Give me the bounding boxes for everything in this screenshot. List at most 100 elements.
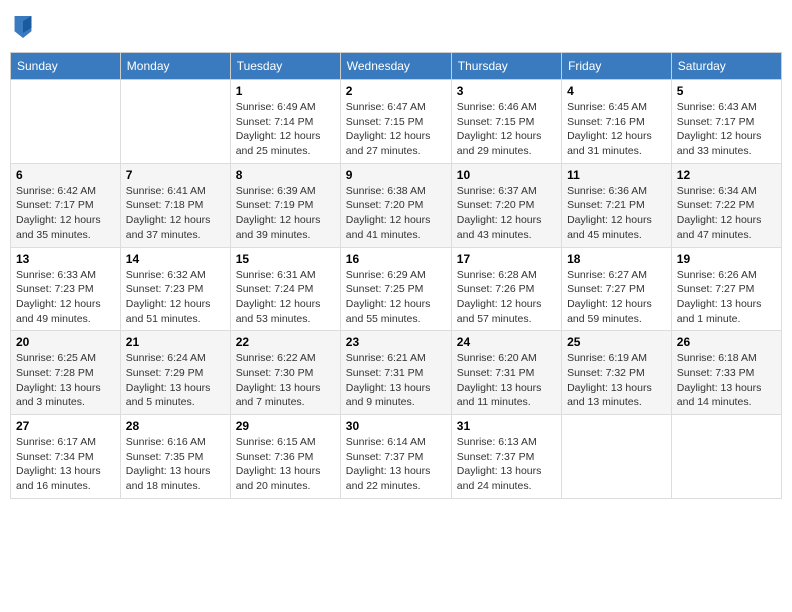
day-info: Sunrise: 6:37 AMSunset: 7:20 PMDaylight:… (457, 184, 556, 243)
calendar-cell: 15 Sunrise: 6:31 AMSunset: 7:24 PMDayligh… (230, 247, 340, 331)
day-number: 17 (457, 252, 556, 266)
day-info: Sunrise: 6:29 AMSunset: 7:25 PMDaylight:… (346, 268, 446, 327)
day-header-thursday: Thursday (451, 53, 561, 80)
calendar-cell: 24 Sunrise: 6:20 AMSunset: 7:31 PMDayligh… (451, 331, 561, 415)
calendar-cell: 17 Sunrise: 6:28 AMSunset: 7:26 PMDayligh… (451, 247, 561, 331)
calendar-cell: 11 Sunrise: 6:36 AMSunset: 7:21 PMDayligh… (562, 163, 672, 247)
day-info: Sunrise: 6:33 AMSunset: 7:23 PMDaylight:… (16, 268, 115, 327)
day-number: 12 (677, 168, 776, 182)
day-info: Sunrise: 6:18 AMSunset: 7:33 PMDaylight:… (677, 351, 776, 410)
day-number: 1 (236, 84, 335, 98)
day-header-tuesday: Tuesday (230, 53, 340, 80)
day-number: 29 (236, 419, 335, 433)
day-number: 4 (567, 84, 666, 98)
calendar-cell: 30Sunrise: 6:14 AMSunset: 7:37 PMDayligh… (340, 415, 451, 499)
week-row-3: 13 Sunrise: 6:33 AMSunset: 7:23 PMDayligh… (11, 247, 782, 331)
day-info: Sunrise: 6:27 AMSunset: 7:27 PMDaylight:… (567, 268, 666, 327)
day-number: 13 (16, 252, 115, 266)
calendar-cell (671, 415, 781, 499)
day-info: Sunrise: 6:17 AMSunset: 7:34 PMDaylight:… (16, 435, 115, 494)
day-number: 28 (126, 419, 225, 433)
day-header-sunday: Sunday (11, 53, 121, 80)
calendar-cell: 1 Sunrise: 6:49 AMSunset: 7:14 PMDaylight… (230, 80, 340, 164)
day-info: Sunrise: 6:22 AMSunset: 7:30 PMDaylight:… (236, 351, 335, 410)
calendar-cell: 19Sunrise: 6:26 AMSunset: 7:27 PMDayligh… (671, 247, 781, 331)
day-number: 19 (677, 252, 776, 266)
day-info: Sunrise: 6:38 AMSunset: 7:20 PMDaylight:… (346, 184, 446, 243)
day-info: Sunrise: 6:15 AMSunset: 7:36 PMDaylight:… (236, 435, 335, 494)
day-number: 26 (677, 335, 776, 349)
day-number: 27 (16, 419, 115, 433)
day-info: Sunrise: 6:41 AMSunset: 7:18 PMDaylight:… (126, 184, 225, 243)
calendar-cell: 27 Sunrise: 6:17 AMSunset: 7:34 PMDayligh… (11, 415, 121, 499)
week-row-2: 6Sunrise: 6:42 AMSunset: 7:17 PMDaylight… (11, 163, 782, 247)
day-info: Sunrise: 6:19 AMSunset: 7:32 PMDaylight:… (567, 351, 666, 410)
day-header-friday: Friday (562, 53, 672, 80)
calendar-cell: 20 Sunrise: 6:25 AMSunset: 7:28 PMDayligh… (11, 331, 121, 415)
day-info: Sunrise: 6:32 AMSunset: 7:23 PMDaylight:… (126, 268, 225, 327)
calendar-table: SundayMondayTuesdayWednesdayThursdayFrid… (10, 52, 782, 499)
calendar-cell: 4 Sunrise: 6:45 AMSunset: 7:16 PMDaylight… (562, 80, 672, 164)
logo-icon (14, 16, 32, 38)
day-number: 31 (457, 419, 556, 433)
day-info: Sunrise: 6:20 AMSunset: 7:31 PMDaylight:… (457, 351, 556, 410)
week-row-5: 27 Sunrise: 6:17 AMSunset: 7:34 PMDayligh… (11, 415, 782, 499)
day-number: 8 (236, 168, 335, 182)
day-info: Sunrise: 6:28 AMSunset: 7:26 PMDaylight:… (457, 268, 556, 327)
day-info: Sunrise: 6:31 AMSunset: 7:24 PMDaylight:… (236, 268, 335, 327)
day-number: 9 (346, 168, 446, 182)
calendar-cell (120, 80, 230, 164)
day-number: 3 (457, 84, 556, 98)
calendar-cell: 6Sunrise: 6:42 AMSunset: 7:17 PMDaylight… (11, 163, 121, 247)
calendar-cell: 3 Sunrise: 6:46 AMSunset: 7:15 PMDaylight… (451, 80, 561, 164)
calendar-cell: 25 Sunrise: 6:19 AMSunset: 7:32 PMDayligh… (562, 331, 672, 415)
calendar-cell: 8 Sunrise: 6:39 AMSunset: 7:19 PMDaylight… (230, 163, 340, 247)
calendar-cell: 12 Sunrise: 6:34 AMSunset: 7:22 PMDayligh… (671, 163, 781, 247)
calendar-cell: 13 Sunrise: 6:33 AMSunset: 7:23 PMDayligh… (11, 247, 121, 331)
calendar-cell: 28 Sunrise: 6:16 AMSunset: 7:35 PMDayligh… (120, 415, 230, 499)
calendar-cell: 16 Sunrise: 6:29 AMSunset: 7:25 PMDayligh… (340, 247, 451, 331)
calendar-cell: 10Sunrise: 6:37 AMSunset: 7:20 PMDayligh… (451, 163, 561, 247)
day-number: 5 (677, 84, 776, 98)
day-header-wednesday: Wednesday (340, 53, 451, 80)
day-info: Sunrise: 6:13 AMSunset: 7:37 PMDaylight:… (457, 435, 556, 494)
calendar-cell: 5 Sunrise: 6:43 AMSunset: 7:17 PMDaylight… (671, 80, 781, 164)
week-row-4: 20 Sunrise: 6:25 AMSunset: 7:28 PMDayligh… (11, 331, 782, 415)
day-number: 23 (346, 335, 446, 349)
day-number: 16 (346, 252, 446, 266)
day-info: Sunrise: 6:49 AMSunset: 7:14 PMDaylight:… (236, 100, 335, 159)
day-number: 21 (126, 335, 225, 349)
day-info: Sunrise: 6:34 AMSunset: 7:22 PMDaylight:… (677, 184, 776, 243)
calendar-cell: 22Sunrise: 6:22 AMSunset: 7:30 PMDayligh… (230, 331, 340, 415)
day-info: Sunrise: 6:43 AMSunset: 7:17 PMDaylight:… (677, 100, 776, 159)
day-number: 15 (236, 252, 335, 266)
header (10, 10, 782, 44)
calendar-cell: 31 Sunrise: 6:13 AMSunset: 7:37 PMDayligh… (451, 415, 561, 499)
calendar-cell: 18Sunrise: 6:27 AMSunset: 7:27 PMDayligh… (562, 247, 672, 331)
day-number: 2 (346, 84, 446, 98)
calendar-cell (11, 80, 121, 164)
day-info: Sunrise: 6:46 AMSunset: 7:15 PMDaylight:… (457, 100, 556, 159)
day-header-saturday: Saturday (671, 53, 781, 80)
calendar-cell: 29 Sunrise: 6:15 AMSunset: 7:36 PMDayligh… (230, 415, 340, 499)
day-header-monday: Monday (120, 53, 230, 80)
day-info: Sunrise: 6:47 AMSunset: 7:15 PMDaylight:… (346, 100, 446, 159)
logo (14, 16, 36, 38)
calendar-cell: 9 Sunrise: 6:38 AMSunset: 7:20 PMDaylight… (340, 163, 451, 247)
calendar-cell: 7 Sunrise: 6:41 AMSunset: 7:18 PMDaylight… (120, 163, 230, 247)
day-number: 24 (457, 335, 556, 349)
days-header-row: SundayMondayTuesdayWednesdayThursdayFrid… (11, 53, 782, 80)
day-number: 6 (16, 168, 115, 182)
day-info: Sunrise: 6:39 AMSunset: 7:19 PMDaylight:… (236, 184, 335, 243)
calendar-cell (562, 415, 672, 499)
day-info: Sunrise: 6:25 AMSunset: 7:28 PMDaylight:… (16, 351, 115, 410)
day-info: Sunrise: 6:36 AMSunset: 7:21 PMDaylight:… (567, 184, 666, 243)
day-number: 25 (567, 335, 666, 349)
day-info: Sunrise: 6:21 AMSunset: 7:31 PMDaylight:… (346, 351, 446, 410)
day-number: 20 (16, 335, 115, 349)
day-number: 30 (346, 419, 446, 433)
day-info: Sunrise: 6:16 AMSunset: 7:35 PMDaylight:… (126, 435, 225, 494)
day-info: Sunrise: 6:45 AMSunset: 7:16 PMDaylight:… (567, 100, 666, 159)
day-number: 11 (567, 168, 666, 182)
day-number: 7 (126, 168, 225, 182)
